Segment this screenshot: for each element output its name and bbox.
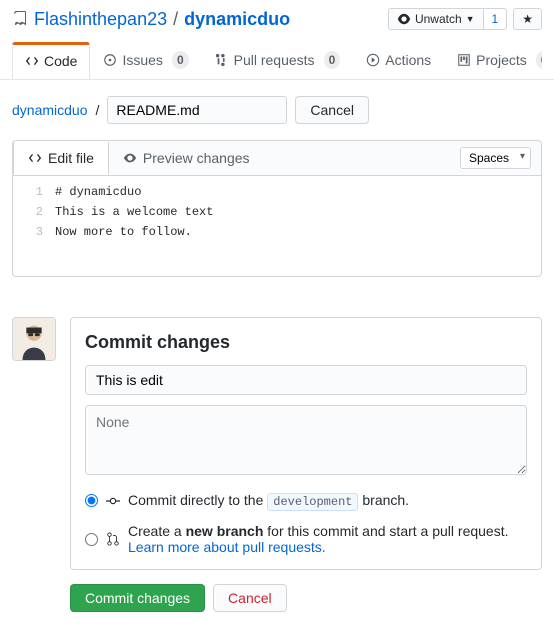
- code-line: Now more to follow.: [55, 222, 213, 242]
- avatar: [12, 317, 56, 361]
- owner-link[interactable]: Flashinthepan23: [34, 9, 167, 30]
- indent-mode-select[interactable]: Spaces: [460, 147, 531, 169]
- commit-description-input[interactable]: [85, 405, 527, 475]
- issues-count: 0: [172, 51, 189, 69]
- repo-link[interactable]: dynamicduo: [184, 9, 290, 30]
- tab-preview-changes[interactable]: Preview changes: [109, 142, 264, 174]
- caret-down-icon: ▼: [466, 14, 475, 24]
- code-editor[interactable]: 1 2 3 # dynamicduo This is a welcome tex…: [13, 176, 541, 276]
- tab-actions[interactable]: Actions: [353, 42, 444, 79]
- breadcrumb-repo-link[interactable]: dynamicduo: [12, 102, 88, 118]
- commit-changes-button[interactable]: Commit changes: [70, 584, 205, 612]
- tab-issues[interactable]: Issues 0: [90, 42, 201, 79]
- commit-summary-input[interactable]: [85, 365, 527, 395]
- tab-code[interactable]: Code: [12, 42, 90, 79]
- code-icon: [28, 151, 42, 165]
- radio-commit-direct[interactable]: Commit directly to the development branc…: [85, 492, 527, 509]
- learn-more-link[interactable]: Learn more about pull requests.: [128, 539, 326, 555]
- breadcrumb: dynamicduo / Cancel: [12, 96, 542, 124]
- file-editor: Edit file Preview changes Spaces 1 2 3: [12, 140, 542, 277]
- star-icon: ★: [522, 12, 533, 26]
- play-icon: [366, 53, 380, 67]
- code-line: # dynamicduo: [55, 182, 213, 202]
- line-gutter: 1 2 3: [13, 176, 51, 276]
- repo-nav: Code Issues 0 Pull requests 0 Actions Pr…: [12, 42, 542, 79]
- repo-icon: [12, 11, 28, 27]
- branch-name: development: [267, 493, 358, 511]
- pulls-count: 0: [324, 51, 341, 69]
- code-line: This is a welcome text: [55, 202, 213, 222]
- commit-form: Commit changes Commit directly to the de…: [70, 317, 542, 570]
- git-pull-request-icon: [215, 53, 229, 67]
- filename-input[interactable]: [107, 96, 287, 124]
- tab-projects[interactable]: Projects 0: [444, 42, 542, 79]
- code-icon: [25, 54, 39, 68]
- eye-icon: [397, 12, 411, 26]
- eye-icon: [123, 151, 137, 165]
- star-button[interactable]: ★: [513, 8, 542, 30]
- radio-create-branch[interactable]: Create a new branch for this commit and …: [85, 523, 527, 555]
- git-commit-icon: [106, 494, 120, 508]
- git-pull-request-icon: [106, 532, 120, 546]
- cancel-button[interactable]: Cancel: [213, 584, 287, 612]
- issue-icon: [103, 53, 117, 67]
- projects-count: 0: [536, 51, 542, 69]
- project-icon: [457, 53, 471, 67]
- tab-pull-requests[interactable]: Pull requests 0: [202, 42, 354, 79]
- breadcrumb-cancel-button[interactable]: Cancel: [295, 96, 369, 124]
- unwatch-button[interactable]: Unwatch ▼: [388, 8, 484, 30]
- watchers-count[interactable]: 1: [484, 8, 508, 30]
- tab-edit-file[interactable]: Edit file: [13, 142, 109, 175]
- commit-heading: Commit changes: [85, 332, 527, 353]
